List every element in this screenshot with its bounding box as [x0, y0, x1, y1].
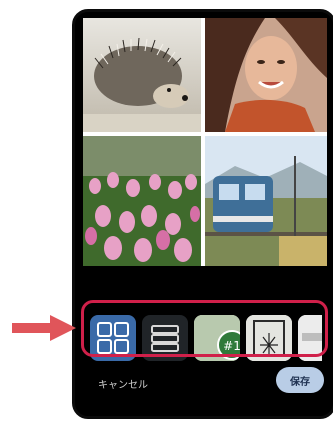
layout-options-strip: #1 [84, 306, 324, 370]
layout-partial-icon [298, 315, 322, 361]
photo-train[interactable] [205, 136, 327, 266]
cancel-button[interactable]: キャンセル [98, 376, 148, 391]
photo-collage [83, 18, 327, 266]
photo-woman[interactable] [205, 18, 327, 132]
layout-frame-button[interactable] [246, 315, 292, 361]
photo-tulips[interactable] [83, 136, 201, 266]
layout-stacked-rows-button[interactable] [142, 315, 188, 361]
layout-grid-2x2-button[interactable] [90, 315, 136, 361]
sticker-badge-icon: #1 [194, 315, 240, 361]
arrow-right-icon [12, 315, 76, 341]
frame-icon [246, 315, 292, 361]
photo-hedgehog[interactable] [83, 18, 201, 132]
grid-2x2-icon [97, 322, 129, 354]
save-button[interactable]: 保存 [276, 367, 324, 393]
layout-partial-button[interactable] [298, 315, 322, 361]
stacked-rows-icon [151, 325, 179, 352]
sticker-badge-text: #1 [223, 339, 240, 353]
layout-sticker-button[interactable]: #1 [194, 315, 240, 361]
